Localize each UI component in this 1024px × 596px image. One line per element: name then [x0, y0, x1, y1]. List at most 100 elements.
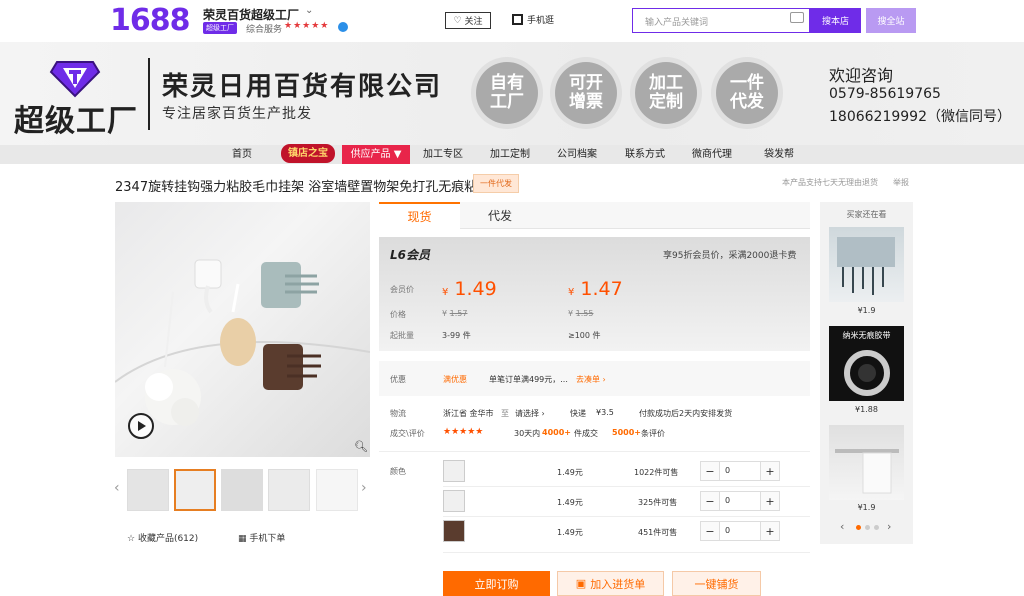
nav-item-products[interactable]: 供应产品 ▼ [342, 145, 410, 164]
chevron-left-icon[interactable]: ‹ [840, 520, 844, 533]
variant-stock: 1022件可售 [634, 468, 679, 477]
zoom-icon[interactable]: 🔍︎ [354, 440, 368, 453]
promo-tag: 满优惠 [443, 375, 467, 384]
plus-button[interactable]: + [761, 462, 779, 480]
nav-item-treasure[interactable]: 镇店之宝 [281, 144, 335, 163]
rating-stars: ★★★★★ [443, 427, 484, 437]
color-label: 颜色 [390, 467, 406, 476]
feature-badge-own-factory: 自有工厂 [476, 62, 538, 124]
currency-symbol: ¥ [442, 309, 448, 318]
sales-period: 30天内 [514, 429, 541, 438]
return-notice: 本产品支持七天无理由退货 [782, 178, 878, 187]
favorite-link[interactable]: ☆ 收藏产品(612) [127, 531, 198, 544]
minus-button[interactable]: − [701, 522, 719, 540]
contact-mobile: 18066219992（微信同号） [829, 109, 1011, 125]
rail-item-image[interactable]: 纳米无痕胶带 [829, 326, 904, 401]
add-to-cart-button[interactable]: ▣ 加入进货单 [557, 571, 664, 596]
quantity-input[interactable]: 0 [719, 492, 761, 510]
dropship-tag: 一件代发 [473, 174, 519, 193]
review-count[interactable]: 5000+ [612, 428, 641, 437]
thumbnail[interactable] [316, 469, 358, 511]
search-all-button[interactable]: 搜全站 [866, 8, 916, 33]
star-outline-icon: ☆ [127, 534, 138, 544]
nav-item-bag-help[interactable]: 袋发帮 [764, 145, 794, 164]
thumbnail[interactable] [127, 469, 169, 511]
quantity-input[interactable]: 0 [719, 462, 761, 480]
qr-code-icon: ▦ [238, 534, 250, 544]
add-to-cart-label: 加入进货单 [590, 577, 646, 591]
variant-thumb[interactable] [443, 490, 465, 512]
carousel-dots [856, 525, 879, 530]
mobile-shop-link[interactable]: 手机逛 [512, 13, 554, 26]
promo-link[interactable]: 去凑单 › [576, 374, 606, 385]
product-photo [115, 259, 370, 426]
rail-item-image[interactable] [829, 227, 904, 302]
member-description: 享95折会员价，采满2000退卡费 [663, 251, 797, 261]
reviews-label: 成交\评价 [390, 429, 425, 438]
buy-now-button[interactable]: 立即订购 [443, 571, 550, 596]
quantity-stepper: −0 + [700, 461, 780, 481]
mobile-order-link[interactable]: ▦ 手机下单 [238, 531, 285, 544]
member-price-tier1: ¥ 1.49 [442, 278, 497, 300]
nav-item-contact[interactable]: 联系方式 [625, 145, 665, 164]
service-stars: ★★★★★ [284, 21, 330, 31]
one-click-ship-button[interactable]: 一键铺货 [672, 571, 761, 596]
quantity-stepper: −0 + [700, 521, 780, 541]
search-store-button[interactable]: 搜本店 [810, 8, 861, 33]
follow-button[interactable]: ♡ 关注 [445, 12, 491, 29]
nav-item-home[interactable]: 首页 [232, 145, 252, 164]
nav-item-profile[interactable]: 公司档案 [557, 145, 597, 164]
nav-item-custom[interactable]: 加工定制 [490, 145, 530, 164]
diamond-logo-icon [49, 61, 101, 98]
carousel-dot[interactable] [874, 525, 879, 530]
destination-select[interactable]: 请选择 › [515, 408, 545, 419]
service-label: 综合服务 [246, 25, 283, 35]
camera-icon[interactable] [790, 12, 804, 23]
carousel-dot[interactable] [856, 525, 861, 530]
minus-button[interactable]: − [701, 462, 719, 480]
sales-count: 4000+ [542, 428, 571, 437]
rail-item-caption: 纳米无痕胶带 [842, 331, 891, 340]
variant-thumb[interactable] [443, 460, 465, 482]
mobile-order-label: 手机下单 [249, 534, 286, 544]
price-label: 价格 [390, 310, 406, 319]
report-link[interactable]: 举报 [893, 177, 909, 188]
play-video-button[interactable] [128, 413, 154, 439]
thumbnail[interactable] [174, 469, 216, 511]
feature-badge-custom: 加工定制 [635, 62, 697, 124]
quantity-input[interactable]: 0 [719, 522, 761, 540]
thumbnail[interactable] [221, 469, 263, 511]
section-divider [379, 451, 810, 452]
qr-code-icon [512, 14, 523, 25]
heart-icon: ♡ [453, 15, 462, 26]
nav-item-agent[interactable]: 微商代理 [692, 145, 732, 164]
chevron-right-icon[interactable]: › [361, 480, 367, 496]
company-slogan: 专注居家百货生产批发 [162, 106, 312, 122]
contact-welcome: 欢迎咨询 [829, 66, 894, 85]
tab-dropship[interactable]: 代发 [460, 202, 540, 229]
plus-button[interactable]: + [761, 492, 779, 510]
shipping-fee: ¥3.5 [596, 408, 614, 417]
chevron-right-icon[interactable]: › [887, 520, 891, 533]
plus-button[interactable]: + [761, 522, 779, 540]
super-factory-badge: 超级工厂 [203, 22, 237, 34]
product-main-image[interactable] [115, 202, 370, 457]
qty-tier2: ≥100 件 [568, 331, 601, 340]
carousel-dot[interactable] [865, 525, 870, 530]
variant-thumb[interactable] [443, 520, 465, 542]
express-label: 快递 [570, 409, 586, 418]
nav-item-processing[interactable]: 加工专区 [423, 145, 463, 164]
favorite-label: 收藏产品(612) [137, 534, 199, 544]
site-logo[interactable]: 1688 [110, 3, 190, 38]
chevron-down-icon[interactable]: ⌄ [305, 5, 313, 16]
chevron-left-icon[interactable]: ‹ [114, 480, 120, 496]
tab-in-stock[interactable]: 现货 [379, 202, 460, 229]
super-factory-brand: 超级工厂 [14, 104, 138, 139]
thumbnail[interactable] [268, 469, 310, 511]
sales-unit: 件成交 [574, 429, 598, 438]
rail-item-image[interactable] [829, 425, 904, 500]
minus-button[interactable]: − [701, 492, 719, 510]
product-title: 2347旋转挂钩强力粘胶毛巾挂架 浴室墙壁置物架免打孔无痕粘钩 [115, 180, 491, 195]
review-unit: 条评价 [641, 429, 665, 438]
orig-price-tier2: ¥ 1.55 [568, 309, 593, 318]
